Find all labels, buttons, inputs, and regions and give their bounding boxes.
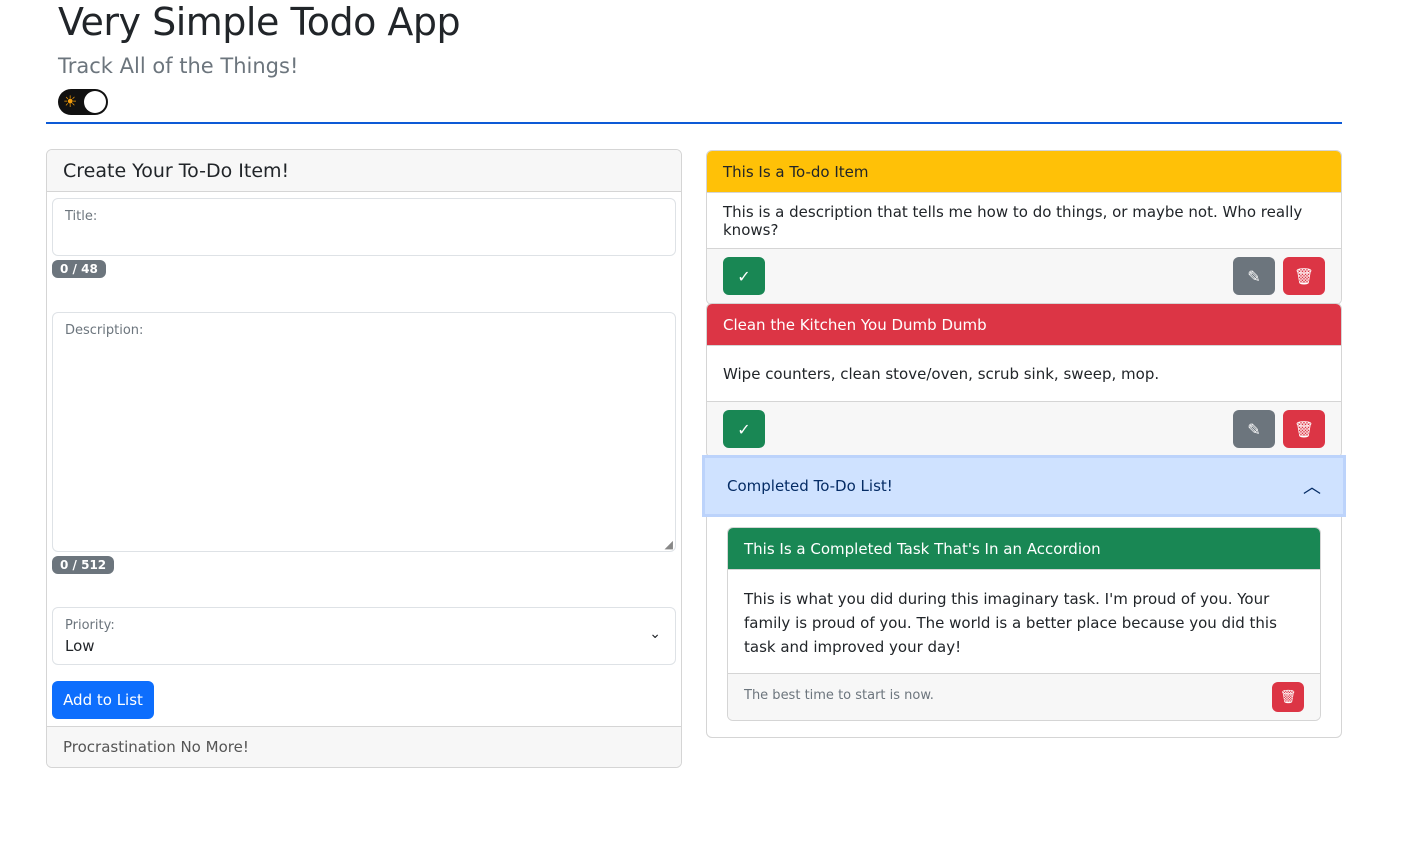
pencil-icon: ✎ [1247,266,1261,286]
theme-toggle[interactable]: ☀ [58,89,108,115]
completed-footer: The best time to start is now. [744,688,934,703]
todo-title: Clean the Kitchen You Dumb Dumb [707,304,1341,345]
add-to-list-button[interactable]: Add to List [52,681,154,719]
todo-card: This Is a To-do Item This is a descripti… [706,150,1342,305]
priority-label: Priority: [65,618,115,633]
description-label: Description: [65,323,144,338]
completed-title: This Is a Completed Task That's In an Ac… [728,528,1320,569]
todo-description: This is a description that tells me how … [707,192,1341,248]
header-divider [46,122,1342,124]
edit-button[interactable]: ✎ [1233,257,1275,295]
accordion-header[interactable]: Completed To-Do List! ︿ [705,458,1343,514]
description-textarea[interactable]: Description: ◢ [52,312,676,552]
trash-icon: 🗑 [1279,689,1297,705]
completed-card: This Is a Completed Task That's In an Ac… [727,527,1321,721]
check-icon: ✓ [737,419,751,439]
priority-value: Low [65,637,95,655]
edit-button[interactable]: ✎ [1233,410,1275,448]
pencil-icon: ✎ [1247,419,1261,439]
resize-handle-icon[interactable]: ◢ [665,538,673,551]
create-card-title: Create Your To-Do Item! [47,150,681,192]
sun-icon: ☀ [63,92,78,111]
completed-description: This is what you did during this imagina… [728,569,1320,673]
title-input[interactable]: Title: [52,198,676,256]
delete-button[interactable]: 🗑 [1283,410,1325,448]
check-icon: ✓ [737,266,751,286]
title-count-badge: 0 / 48 [52,260,106,278]
toggle-knob [84,91,106,113]
description-count-badge: 0 / 512 [52,556,115,574]
todo-title: This Is a To-do Item [707,151,1341,192]
complete-button[interactable]: ✓ [723,410,765,448]
todo-card: Clean the Kitchen You Dumb Dumb Wipe cou… [706,303,1342,458]
create-todo-card: Create Your To-Do Item! Title: 0 / 48 De… [46,149,682,768]
priority-select[interactable]: Priority: Low ⌄ [52,607,676,665]
todo-description: Wipe counters, clean stove/oven, scrub s… [707,345,1341,401]
chevron-down-icon: ⌄ [649,626,661,642]
create-card-footer: Procrastination No More! [47,726,681,767]
complete-button[interactable]: ✓ [723,257,765,295]
trash-icon: 🗑 [1293,419,1315,439]
trash-icon: 🗑 [1293,266,1315,286]
page-subtitle: Track All of the Things! [58,54,299,78]
delete-button[interactable]: 🗑 [1272,682,1304,712]
accordion-title: Completed To-Do List! [727,477,893,495]
chevron-up-icon: ︿ [1303,477,1321,498]
page-title: Very Simple Todo App [58,0,461,44]
title-label: Title: [65,209,98,224]
completed-accordion: Completed To-Do List! ︿ This Is a Comple… [705,456,1343,738]
delete-button[interactable]: 🗑 [1283,257,1325,295]
